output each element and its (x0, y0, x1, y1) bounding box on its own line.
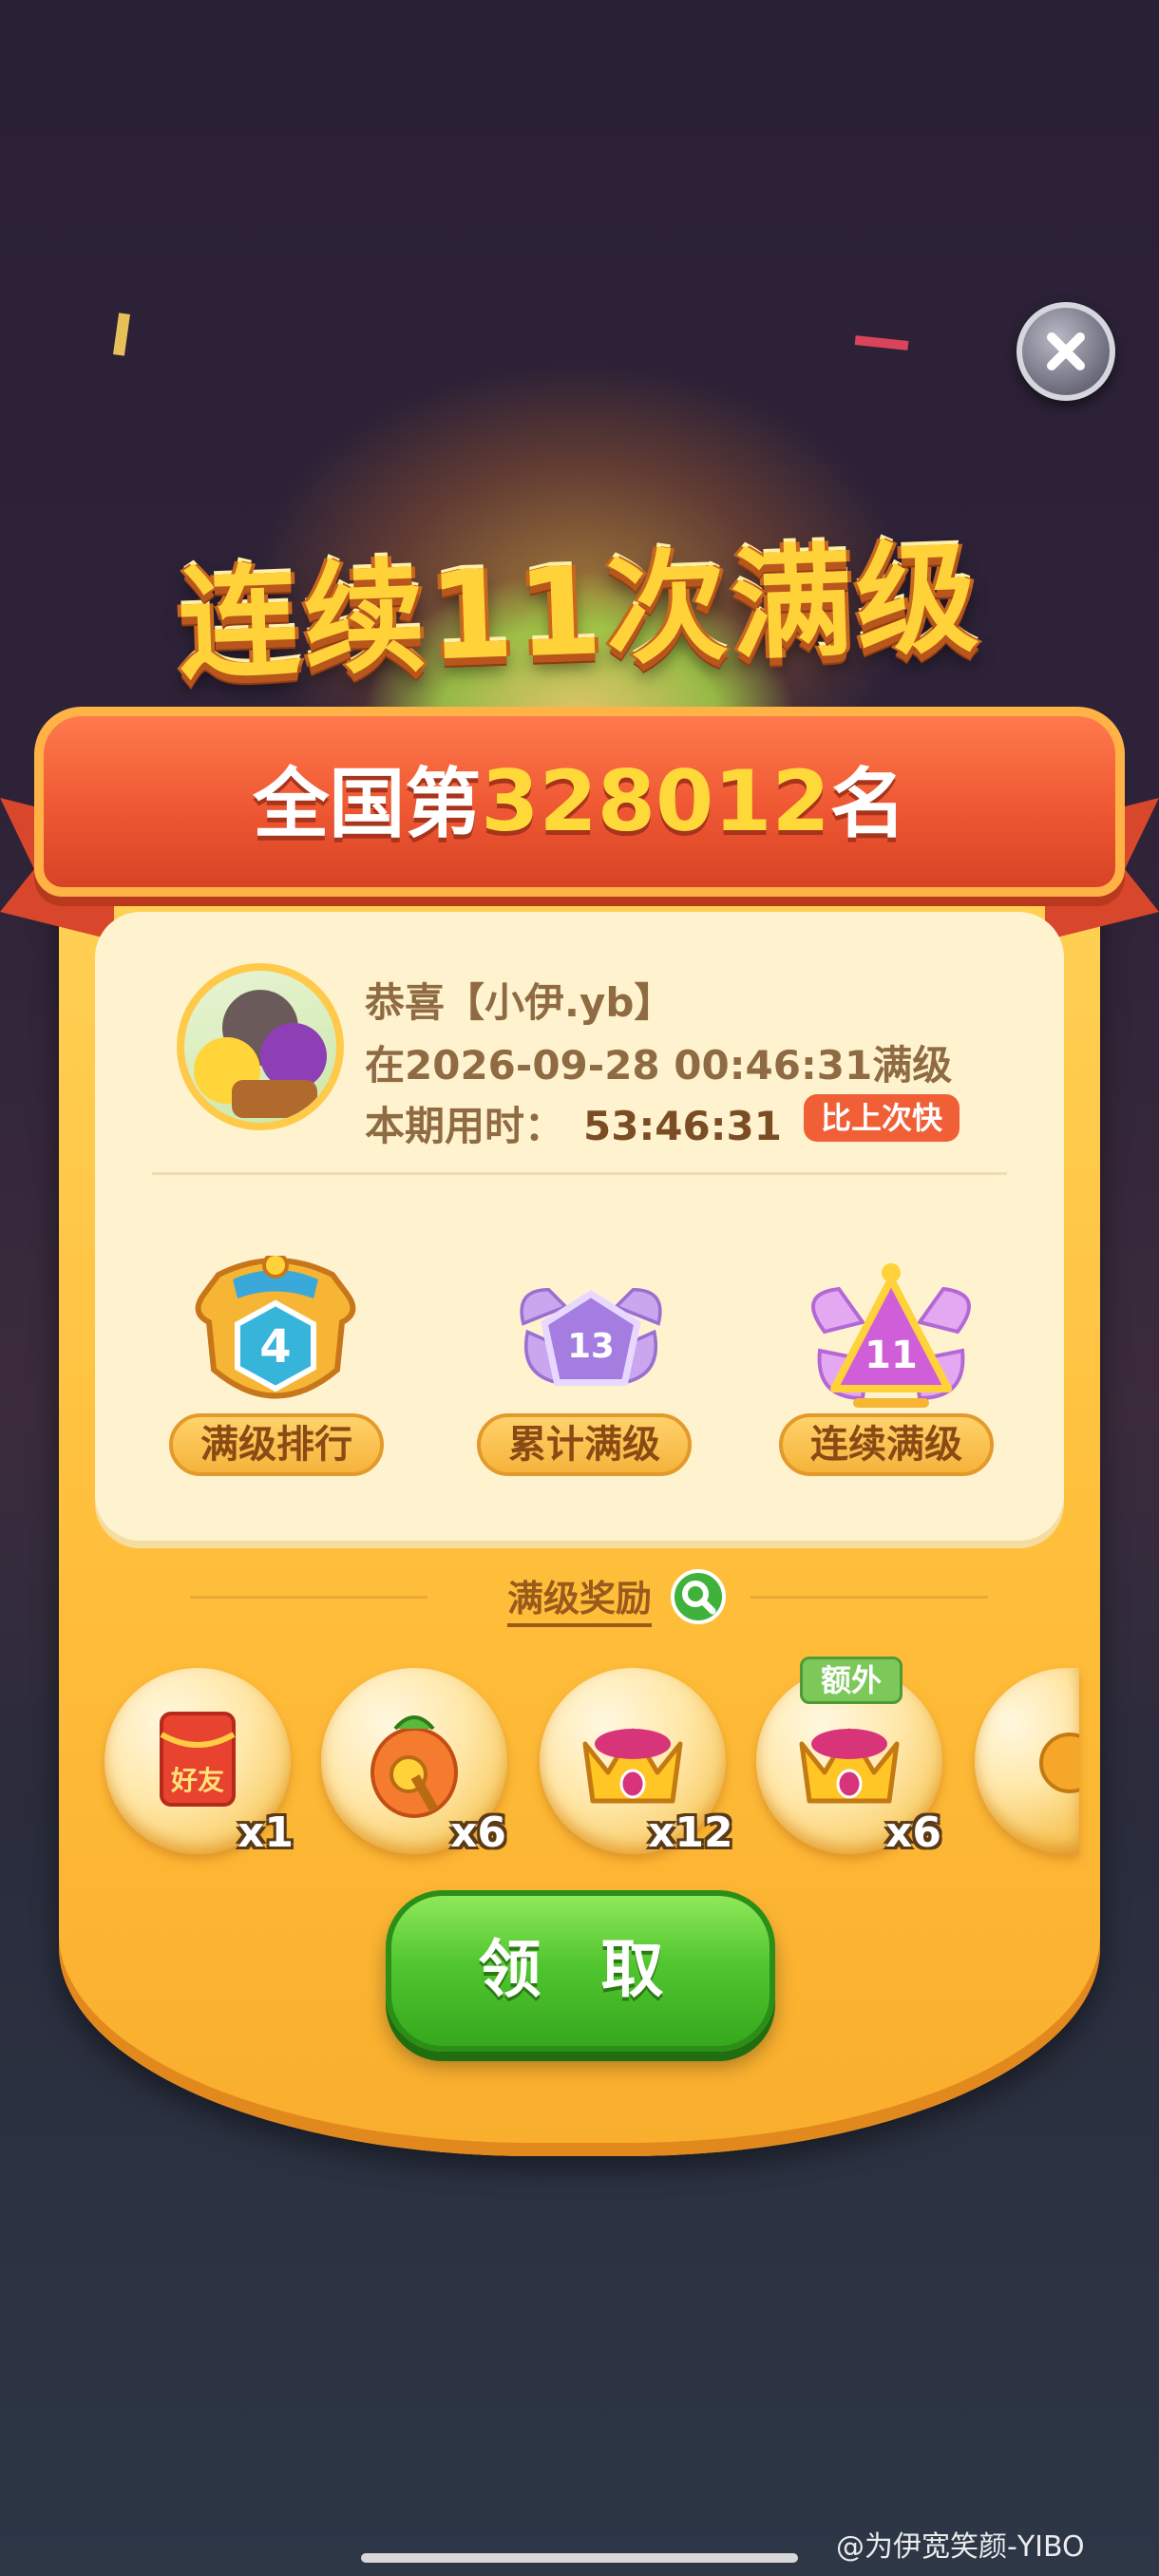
period-label: 本期用时： (365, 1103, 565, 1149)
period-time-row: 本期用时： 53:46:31 (365, 1094, 782, 1152)
reward-count: x6 (450, 1809, 506, 1857)
maxed-time-text: 在2026-09-28 00:46:31满级 (365, 1042, 953, 1089)
home-indicator[interactable] (361, 2553, 798, 2563)
close-button[interactable] (1016, 302, 1115, 401)
full-level-ranking-button[interactable]: 满级排行 (169, 1413, 384, 1476)
national-rank: 全国第328012名 (34, 743, 1125, 853)
period-time: 53:46:31 (583, 1103, 782, 1149)
congrats-text: 恭喜【小伊.yb】 (365, 979, 674, 1026)
search-icon[interactable] (671, 1569, 726, 1624)
reward-label: 好友 (170, 1765, 224, 1796)
close-icon (1047, 332, 1085, 370)
badge-number: 4 (259, 1320, 291, 1373)
rank-prefix: 全国第 (253, 760, 482, 848)
partial-reward-icon (1039, 1733, 1100, 1793)
reward-count: x1 (238, 1809, 294, 1857)
crown-shield-icon[interactable]: 4 (180, 1252, 370, 1427)
divider (152, 1172, 1007, 1175)
reward-item[interactable] (975, 1668, 1100, 1854)
rewards-title[interactable]: 满级奖励 (507, 1569, 653, 1627)
extra-badge: 额外 (800, 1657, 902, 1704)
total-full-level-button[interactable]: 累计满级 (477, 1413, 692, 1476)
rank-number: 328012 (481, 752, 830, 850)
reward-count: x12 (648, 1809, 733, 1857)
faster-badge: 比上次快 (804, 1094, 960, 1142)
confetti (112, 313, 131, 356)
badge-number: 13 (567, 1327, 614, 1366)
divider (190, 1596, 428, 1599)
winged-triangle-icon[interactable]: 11 (796, 1256, 986, 1427)
consecutive-full-level-button[interactable]: 连续满级 (779, 1413, 994, 1476)
reward-count: x6 (885, 1809, 941, 1857)
avatar[interactable] (177, 963, 344, 1130)
confetti (854, 335, 909, 350)
badge-number: 11 (864, 1334, 918, 1377)
page-title: 连续11次满级 (175, 527, 984, 697)
watermark: @为伊宽笑颜-YIBO (836, 2530, 1085, 2564)
claim-button[interactable]: 领 取 (386, 1890, 775, 2052)
rank-suffix: 名 (829, 760, 906, 848)
divider (750, 1596, 988, 1599)
